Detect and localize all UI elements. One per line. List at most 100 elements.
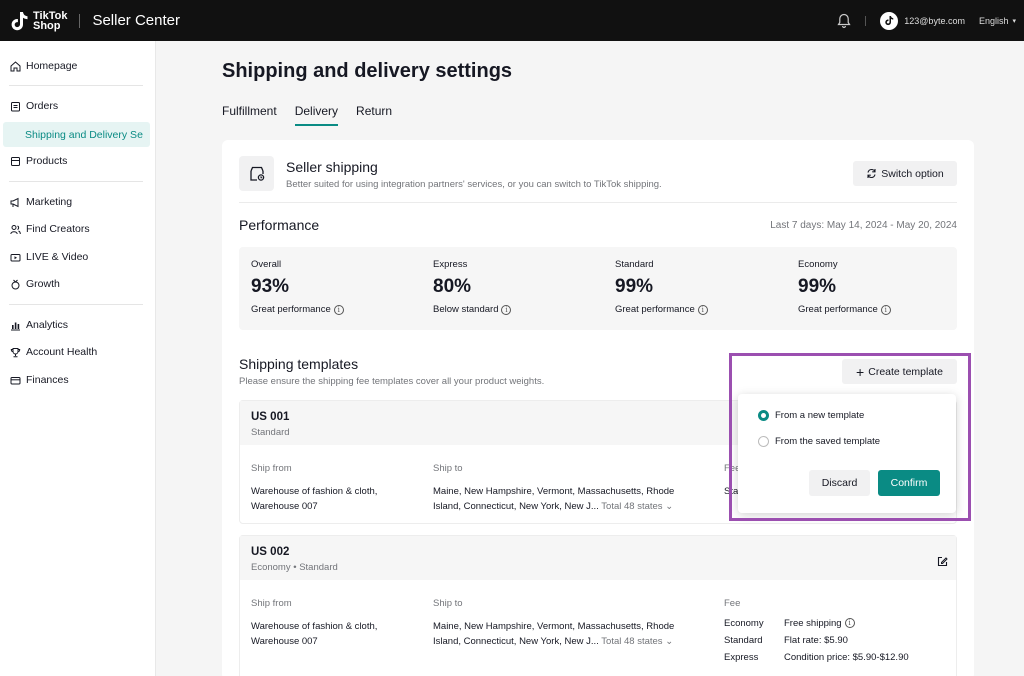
metric-note-text: Great performance	[615, 304, 695, 315]
chevron-down-icon: ▾	[1012, 17, 1016, 25]
ship-to-total[interactable]: Total 48 states ⌄	[601, 636, 673, 647]
logo-line-1: TikTok	[33, 9, 68, 22]
ship-from-column: Ship from Warehouse of fashion & cloth, …	[251, 598, 377, 649]
discard-button[interactable]: Discard	[809, 470, 870, 496]
metric-value: 99%	[798, 276, 837, 297]
home-icon	[9, 60, 21, 72]
ship-from-line-2: Warehouse 007	[251, 636, 318, 647]
radio-checked-icon	[758, 410, 769, 421]
ship-from-label: Ship from	[251, 463, 292, 474]
info-icon[interactable]: i	[844, 618, 855, 628]
creators-icon	[9, 223, 21, 235]
fee-tier: Economy	[724, 618, 764, 629]
chevron-down-icon: ⌄	[665, 501, 674, 512]
metric-note-text: Great performance	[798, 304, 878, 315]
sidebar-item-orders[interactable]: Orders	[0, 93, 156, 119]
trophy-icon	[9, 346, 21, 358]
sidebar-item-label: Analytics	[26, 319, 69, 331]
fee-row: Standard Flat rate: $5.90	[724, 632, 909, 649]
app-title: Seller Center	[92, 12, 180, 29]
switch-option-button[interactable]: Switch option	[853, 161, 957, 186]
info-icon[interactable]: i	[501, 304, 512, 315]
sidebar-item-homepage[interactable]: Homepage	[0, 53, 156, 79]
header-divider	[79, 13, 81, 28]
header-separator	[865, 15, 867, 26]
sidebar-item-marketing[interactable]: Marketing	[0, 189, 156, 215]
ship-to-line-2-row: Island, Connecticut, New York, New J... …	[433, 499, 674, 514]
sidebar-item-label: Products	[26, 155, 68, 167]
sidebar-item-label: Growth	[26, 278, 60, 290]
info-icon[interactable]: i	[333, 304, 344, 315]
create-template-popover: From a new template From the saved templ…	[738, 394, 956, 513]
sidebar-item-products[interactable]: Products	[0, 148, 156, 174]
fee-value: Condition price: $5.90-$12.90	[784, 652, 909, 663]
switch-icon	[867, 168, 876, 179]
seller-shipping-description: Better suited for using integration part…	[286, 179, 662, 190]
metric-label: Express	[433, 259, 468, 270]
radio-from-new-template[interactable]: From a new template	[758, 410, 864, 421]
ship-from-column: Ship from Warehouse of fashion & cloth, …	[251, 463, 377, 514]
ship-from-line-1: Warehouse of fashion & cloth,	[251, 486, 378, 497]
radio-from-saved-template[interactable]: From the saved template	[758, 436, 880, 447]
tiktok-shop-logo[interactable]: TikTok Shop	[9, 10, 67, 32]
logo-text: TikTok Shop	[33, 9, 68, 32]
language-selector[interactable]: English ▾	[979, 16, 1016, 26]
sidebar-item-shipping-and-delivery[interactable]: Shipping and Delivery Se	[3, 122, 150, 147]
fee-row: Express Condition price: $5.90-$12.90	[724, 649, 909, 666]
megaphone-icon	[9, 196, 21, 208]
ship-from-line-2: Warehouse 007	[251, 501, 318, 512]
shop-icon	[239, 156, 274, 191]
sidebar-item-analytics[interactable]: Analytics	[0, 312, 156, 338]
create-template-label: Create template	[868, 365, 943, 378]
create-template-button[interactable]: + Create template	[842, 359, 957, 384]
tab-return[interactable]: Return	[356, 104, 392, 126]
sidebar-item-find-creators[interactable]: Find Creators	[0, 216, 156, 242]
logo-line-2: Shop	[33, 19, 61, 32]
info-icon[interactable]: i	[697, 304, 708, 315]
switch-option-label: Switch option	[881, 167, 944, 180]
plus-icon: +	[856, 363, 865, 380]
settings-tabs: Fulfillment Delivery Return	[222, 104, 410, 126]
ship-to-total[interactable]: Total 48 states ⌄	[601, 501, 673, 512]
metric-note-text: Below standard	[433, 304, 499, 315]
edit-icon[interactable]	[937, 554, 948, 572]
fee-tier: Standard	[724, 635, 763, 646]
metric-note: Great performance i	[798, 304, 891, 315]
bell-icon[interactable]	[837, 13, 851, 29]
sidebar-divider	[9, 181, 143, 182]
growth-icon	[9, 278, 21, 290]
sidebar-item-label: Find Creators	[26, 223, 90, 235]
template-header: US 002 Economy • Standard	[240, 536, 956, 580]
fee-value: Flat rate: $5.90	[784, 635, 848, 646]
ship-to-label: Ship to	[433, 463, 463, 474]
metric-express: Express 80% Below standard i	[433, 259, 512, 315]
metric-note: Great performance i	[615, 304, 708, 315]
sidebar-divider	[9, 85, 143, 86]
performance-title: Performance	[239, 217, 320, 233]
sidebar-item-label: Account Health	[26, 346, 98, 358]
ship-to-line-2: Island, Connecticut, New York, New J...	[433, 636, 599, 647]
info-icon[interactable]: i	[880, 304, 891, 315]
tab-delivery[interactable]: Delivery	[294, 104, 339, 126]
account-email[interactable]: 123@byte.com	[904, 16, 965, 26]
shipping-templates-description: Please ensure the shipping fee templates…	[239, 376, 545, 387]
ship-to-column: Ship to Maine, New Hampshire, Vermont, M…	[433, 598, 674, 649]
tab-fulfillment[interactable]: Fulfillment	[222, 104, 277, 126]
sidebar-item-label: Marketing	[26, 196, 73, 208]
avatar[interactable]	[880, 11, 899, 30]
page-title: Shipping and delivery settings	[222, 60, 513, 82]
sidebar-item-finances[interactable]: Finances	[0, 367, 156, 393]
fee-column: Fee Economy Free shipping i Standard Flat r…	[724, 598, 909, 666]
metric-value: 80%	[433, 276, 472, 297]
radio-label: From a new template	[775, 410, 865, 421]
metric-label: Economy	[798, 259, 838, 270]
sidebar: Homepage Orders Shipping and Delivery Se…	[0, 41, 156, 676]
ship-to-line-2-row: Island, Connecticut, New York, New J... …	[433, 634, 674, 649]
confirm-button[interactable]: Confirm	[878, 470, 940, 496]
metric-overall: Overall 93% Great performance i	[251, 259, 344, 315]
sidebar-item-growth[interactable]: Growth	[0, 271, 156, 297]
products-icon	[9, 155, 21, 167]
analytics-icon	[9, 319, 21, 331]
sidebar-item-live-video[interactable]: LIVE & Video	[0, 244, 156, 270]
sidebar-item-account-health[interactable]: Account Health	[0, 339, 156, 365]
